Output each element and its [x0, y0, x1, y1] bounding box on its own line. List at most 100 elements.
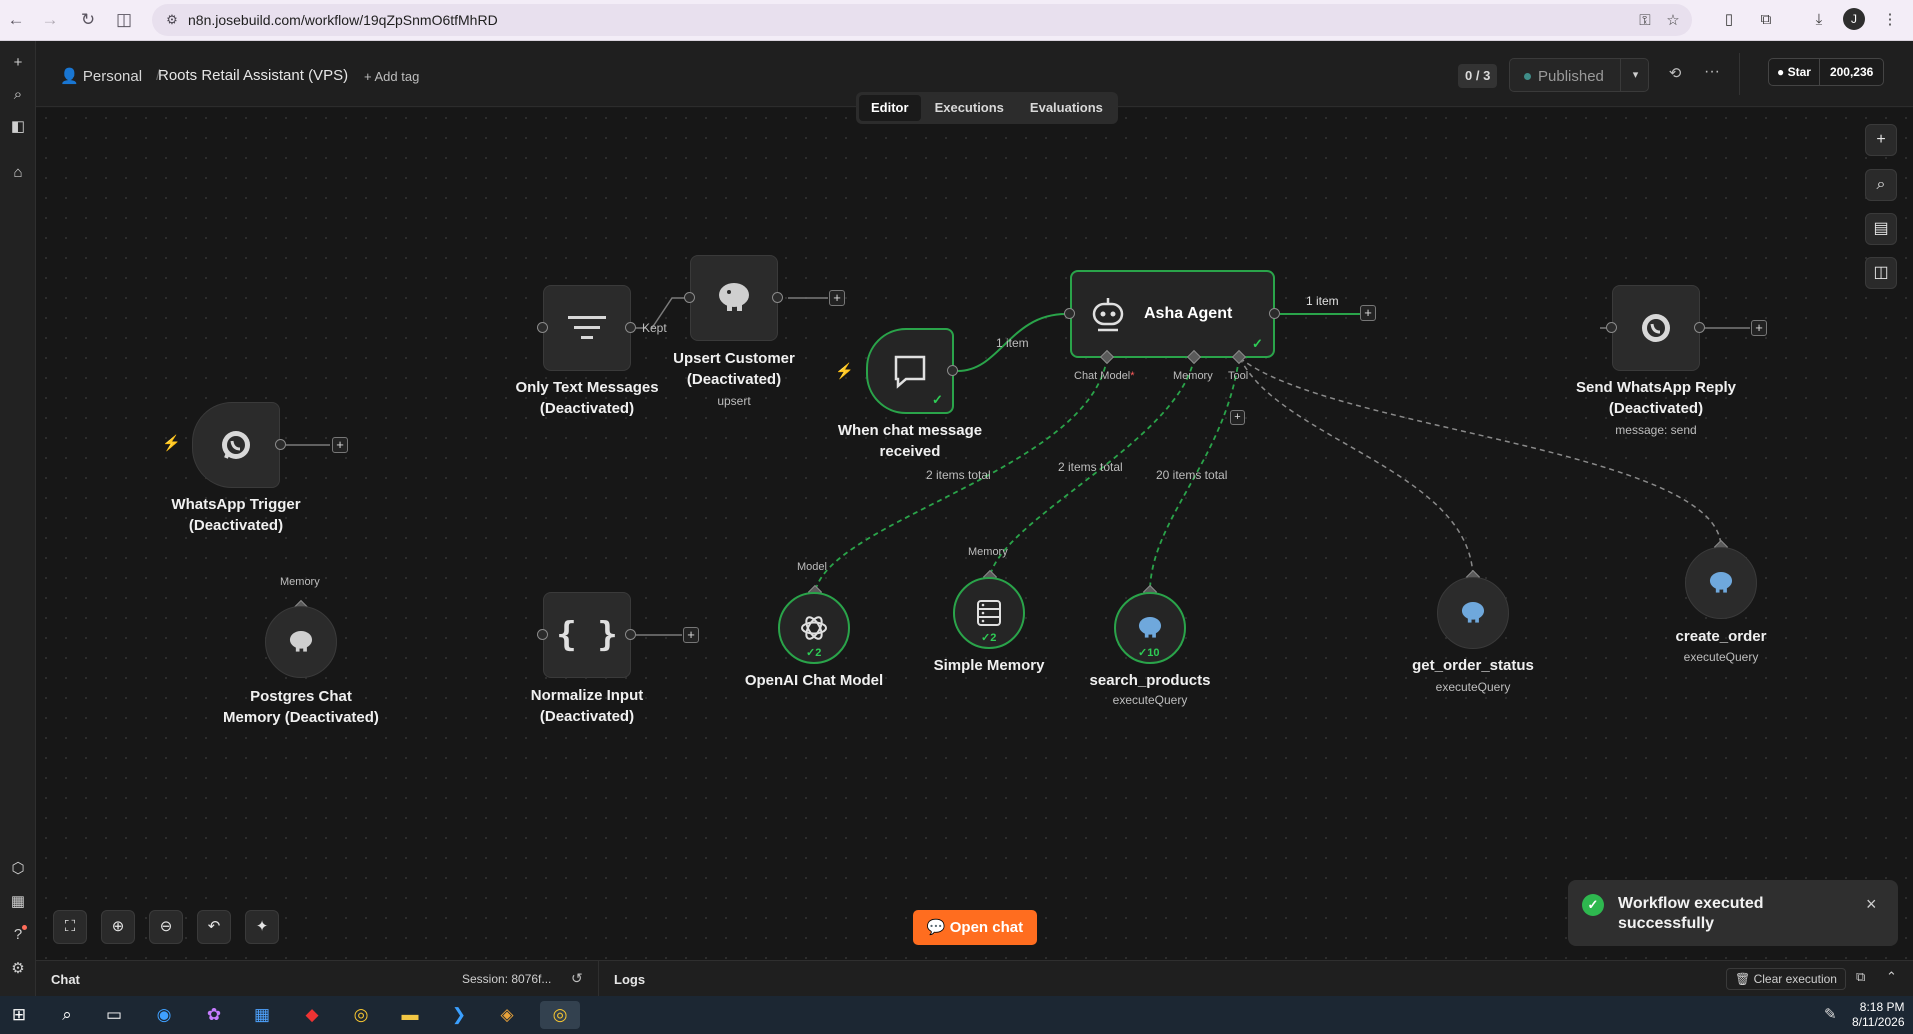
chrome-icon[interactable]: ◎ [346, 1001, 376, 1029]
settings-gear-icon[interactable]: ⚙ [6, 957, 30, 981]
add-node-plus-icon[interactable]: + [1751, 320, 1767, 336]
add-node-button[interactable]: + [1865, 124, 1897, 156]
password-key-icon[interactable]: ⚿ [1634, 10, 1656, 32]
port-input[interactable] [1064, 308, 1075, 319]
workflow-title[interactable]: Roots Retail Assistant (VPS) [158, 67, 348, 84]
port-output[interactable] [275, 439, 286, 450]
node-normalize-input[interactable]: { } [543, 592, 631, 678]
extensions-puzzle-icon[interactable]: ⧉ [1754, 8, 1778, 32]
toast-message: Workflow executed successfully [1618, 895, 1764, 932]
port-input[interactable] [1606, 322, 1617, 333]
vscode-icon[interactable]: ❯ [444, 1001, 474, 1029]
forward-icon[interactable]: → [38, 8, 62, 32]
node-postgres-chat-memory[interactable] [265, 606, 337, 678]
pop-out-icon[interactable]: ⧉ [1856, 969, 1865, 985]
node-search-products[interactable]: ✓10 [1114, 592, 1186, 664]
node-openai-chat-model[interactable]: ✓2 [778, 592, 850, 664]
download-icon[interactable]: ⤓ [1807, 8, 1831, 32]
chrome-active-icon[interactable]: ◎ [540, 1001, 580, 1029]
port-output[interactable] [1694, 322, 1705, 333]
pen-icon[interactable]: ✎ [1824, 1005, 1837, 1023]
edge-browser-icon[interactable]: ◉ [149, 1001, 179, 1029]
port-input[interactable] [684, 292, 695, 303]
workflow-counter: 0 / 3 [1458, 64, 1498, 88]
success-check-icon: ✓ [806, 647, 816, 659]
close-icon[interactable]: × [1866, 894, 1877, 915]
github-icon: ● [1777, 65, 1785, 79]
port-output[interactable] [772, 292, 783, 303]
port-output[interactable] [625, 322, 636, 333]
windows-start-icon[interactable]: ⊞ [4, 1001, 34, 1029]
node-only-text-messages[interactable] [543, 285, 631, 371]
zoom-out-icon[interactable]: ⊖ [149, 910, 183, 944]
published-dropdown[interactable]: Published ▾ [1509, 58, 1649, 92]
node-upsert-customer[interactable] [690, 255, 778, 341]
tidy-up-icon[interactable]: ✦ [245, 910, 279, 944]
bookmark-star-icon[interactable]: ☆ [1662, 10, 1684, 32]
task-view-icon[interactable]: ▭ [99, 1001, 129, 1029]
chevron-down-icon[interactable]: ▾ [1620, 59, 1650, 91]
add-node-plus-icon[interactable]: + [829, 290, 845, 306]
reload-icon[interactable]: ↻ [76, 8, 100, 32]
clock[interactable]: 8:18 PM 8/11/2026 [1852, 1000, 1905, 1030]
add-node-plus-icon[interactable]: + [1360, 305, 1376, 321]
search-icon[interactable]: ⌕ [6, 83, 30, 107]
port-output[interactable] [625, 629, 636, 640]
port-output[interactable] [947, 365, 958, 376]
node-get-order-status[interactable] [1437, 577, 1509, 649]
back-icon[interactable]: ← [4, 8, 28, 32]
split-view-icon[interactable]: ◫ [112, 8, 136, 32]
site-info-icon[interactable]: ⚙ [162, 10, 182, 30]
templates-icon[interactable]: ⬡ [6, 857, 30, 881]
undo-icon[interactable]: ↶ [197, 910, 231, 944]
port-output[interactable] [1269, 308, 1280, 319]
more-options-icon[interactable]: ··· [1701, 63, 1723, 85]
node-asha-agent[interactable]: Asha Agent ✓ [1070, 270, 1275, 358]
store-icon[interactable]: ▦ [247, 1001, 277, 1029]
extension-icon[interactable]: ▯ [1717, 8, 1741, 32]
reset-session-icon[interactable]: ↺ [571, 970, 583, 987]
sticky-note-icon[interactable]: ▤ [1865, 213, 1897, 245]
insights-chart-icon[interactable]: ▦ [6, 890, 30, 914]
add-icon[interactable]: + [6, 51, 30, 75]
node-whatsapp-trigger[interactable] [192, 402, 280, 488]
tab-editor[interactable]: Editor [859, 95, 921, 121]
address-bar[interactable]: ⚙ n8n.josebuild.com/workflow/19qZpSnmO6t… [152, 4, 1692, 36]
open-chat-label: Open chat [949, 919, 1024, 936]
browser-menu-icon[interactable]: ⋮ [1878, 8, 1902, 32]
add-tool-plus-icon[interactable]: + [1230, 410, 1245, 425]
port-input[interactable] [537, 322, 548, 333]
git-icon[interactable]: ◈ [492, 1001, 522, 1029]
add-node-plus-icon[interactable]: + [683, 627, 699, 643]
add-tag-button[interactable]: + Add tag [364, 69, 419, 84]
chat-panel-title[interactable]: Chat [51, 972, 80, 987]
github-star-button[interactable]: ● Star 200,236 [1768, 58, 1885, 86]
profile-avatar[interactable]: J [1843, 8, 1865, 30]
chevron-up-icon[interactable]: ⌃ [1886, 969, 1897, 985]
node-send-whatsapp-reply[interactable] [1612, 285, 1700, 371]
copilot-icon[interactable]: ✿ [199, 1001, 229, 1029]
search-icon[interactable]: ⌕ [52, 1001, 82, 1029]
open-chat-button[interactable]: 💬 Open chat [913, 910, 1037, 945]
history-icon[interactable]: ⟲ [1664, 63, 1686, 85]
panel-toggle-icon[interactable]: ◫ [1865, 257, 1897, 289]
clear-execution-button[interactable]: 🗑 Clear execution [1726, 968, 1846, 990]
file-explorer-icon[interactable]: ▬ [395, 1001, 425, 1029]
node-chat-trigger[interactable]: ✓ [866, 328, 954, 414]
port-input[interactable] [537, 629, 548, 640]
tab-executions[interactable]: Executions [923, 95, 1016, 121]
search-nodes-icon[interactable]: ⌕ [1865, 169, 1897, 201]
logs-panel-title[interactable]: Logs [614, 972, 645, 987]
node-create-order[interactable] [1685, 547, 1757, 619]
home-icon[interactable]: ⌂ [6, 161, 30, 185]
acrobat-icon[interactable]: ◆ [297, 1001, 327, 1029]
tab-evaluations[interactable]: Evaluations [1018, 95, 1115, 121]
add-node-plus-icon[interactable]: + [332, 437, 348, 453]
sidebar-toggle-icon[interactable]: ◧ [6, 115, 30, 139]
node-simple-memory[interactable]: ✓2 [953, 577, 1025, 649]
zoom-in-icon[interactable]: ⊕ [101, 910, 135, 944]
postgres-elephant-icon [1686, 548, 1756, 618]
breadcrumb-personal[interactable]: 👤 Personal [60, 67, 142, 85]
fit-view-icon[interactable]: ⛶ [53, 910, 87, 944]
node-label: get_order_status [1412, 657, 1534, 674]
